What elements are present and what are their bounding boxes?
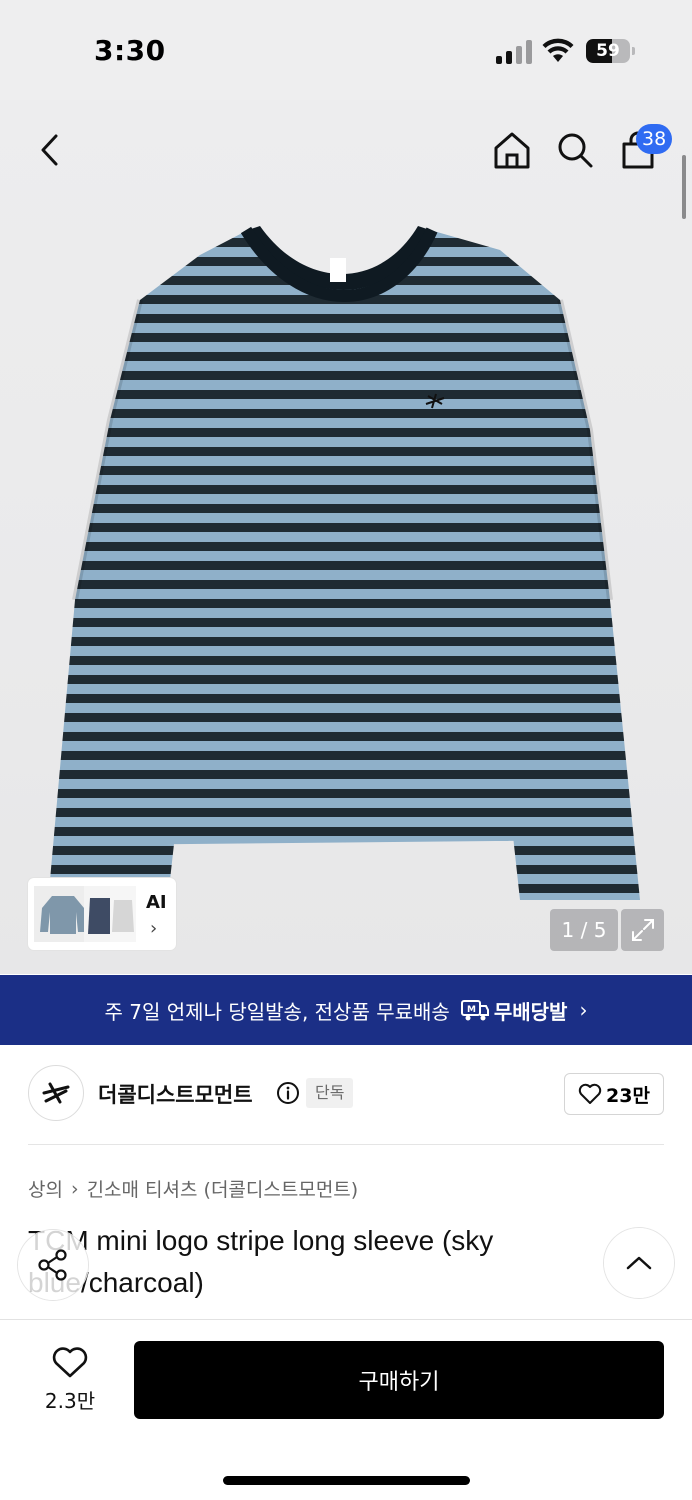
chevron-right-icon: ›: [70, 1177, 79, 1200]
promo-brand-label: 무배당발: [493, 999, 568, 1024]
promo-brand: M 무배당발: [460, 996, 568, 1025]
brand-star-icon: [42, 1082, 70, 1104]
expand-button[interactable]: [621, 909, 664, 951]
home-icon: [494, 132, 530, 169]
wishlist-count: 2.3만: [44, 1388, 96, 1413]
search-button[interactable]: [551, 126, 599, 174]
thumbnail-3[interactable]: [110, 886, 136, 942]
page-counter: 1 / 5: [550, 909, 618, 951]
breadcrumb-subcategory[interactable]: 긴소매 티셔츠 (더콜디스트모먼트): [87, 1175, 359, 1202]
divider: [28, 1144, 664, 1145]
battery-level: 59: [596, 41, 620, 61]
product-image[interactable]: [0, 200, 692, 900]
heart-icon: [52, 1346, 88, 1377]
expand-icon: [631, 919, 654, 941]
chevron-right-icon: ›: [579, 998, 588, 1022]
back-button[interactable]: [26, 126, 74, 174]
breadcrumb: 상의 › 긴소매 티셔츠 (더콜디스트모먼트): [28, 1175, 358, 1202]
wifi-icon: [542, 38, 574, 62]
signal-icon: [496, 40, 532, 64]
product-title: TCM mini logo stripe long sleeve (sky bl…: [28, 1225, 494, 1298]
promo-banner[interactable]: 주 7일 언제나 당일발송, 전상품 무료배송 M 무배당발 ›: [0, 975, 692, 1045]
promo-text: 주 7일 언제나 당일발송, 전상품 무료배송: [104, 999, 450, 1024]
brand-like-button[interactable]: 23만: [564, 1073, 664, 1115]
breadcrumb-category[interactable]: 상의: [28, 1175, 63, 1202]
cart-badge: 38: [636, 124, 673, 154]
exclusive-badge: 단독: [306, 1078, 354, 1108]
ai-label: AI: [146, 892, 167, 913]
search-icon: [558, 133, 593, 168]
image-thumbnails[interactable]: AI ›: [28, 878, 176, 950]
share-icon: [38, 1249, 67, 1281]
home-button[interactable]: [488, 126, 536, 174]
brand-like-count: 23만: [606, 1084, 650, 1107]
status-time: 3:30: [94, 34, 166, 67]
status-bar: 3:30 59: [0, 0, 692, 100]
chevron-right-icon: ›: [150, 918, 158, 939]
battery-icon: 59: [586, 39, 630, 63]
truck-icon: M: [460, 1000, 489, 1021]
svg-text:M: M: [467, 1005, 476, 1015]
home-indicator[interactable]: [223, 1476, 470, 1485]
brand-name[interactable]: 더콜디스트모먼트: [98, 1079, 253, 1109]
info-icon[interactable]: [276, 1081, 300, 1105]
scroll-top-button[interactable]: [604, 1228, 674, 1298]
heart-icon: [578, 1083, 602, 1104]
chevron-up-icon: [626, 1256, 652, 1270]
share-button[interactable]: [18, 1230, 88, 1300]
back-icon: [41, 134, 58, 166]
wishlist-button[interactable]: 2.3만: [28, 1340, 112, 1420]
buy-button[interactable]: 구매하기: [134, 1341, 664, 1419]
brand-row: 더콜디스트모먼트 단독 23만: [28, 1065, 664, 1125]
brand-logo[interactable]: [28, 1065, 84, 1121]
